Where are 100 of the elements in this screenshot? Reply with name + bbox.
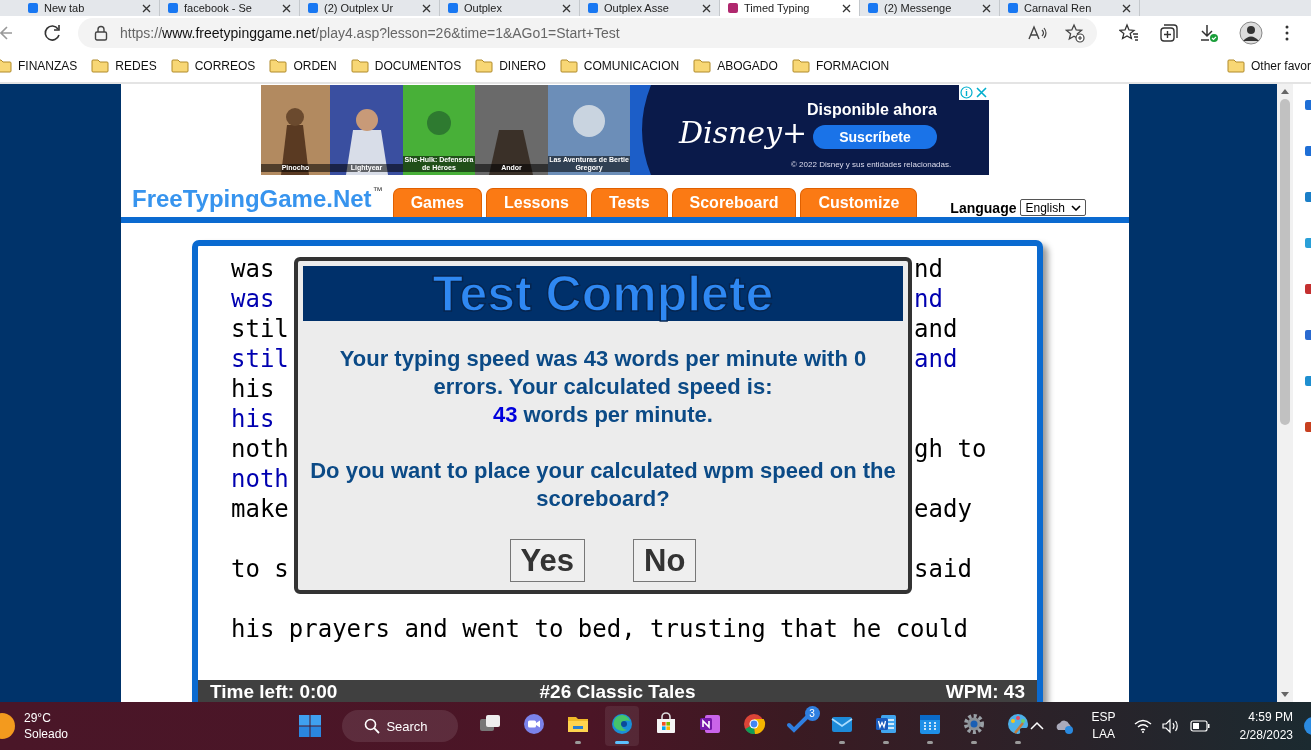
lesson-text: stil bbox=[231, 315, 289, 343]
browser-tab[interactable]: Timed Typing bbox=[720, 0, 860, 16]
bookmark-folder[interactable]: ABOGADO bbox=[693, 58, 778, 74]
close-icon[interactable] bbox=[282, 3, 291, 13]
input-language[interactable]: ESP bbox=[1091, 709, 1116, 726]
scrollbar[interactable] bbox=[1277, 84, 1293, 702]
notification-badge: 3 bbox=[804, 706, 820, 721]
close-icon[interactable] bbox=[842, 3, 851, 13]
speed-value: 43 bbox=[493, 401, 518, 429]
folder-icon bbox=[1226, 58, 1245, 74]
refresh-icon[interactable] bbox=[42, 23, 62, 43]
lesson-text: make bbox=[231, 495, 289, 523]
page-icon bbox=[448, 3, 458, 13]
close-icon[interactable] bbox=[422, 3, 431, 13]
page-icon bbox=[308, 3, 318, 13]
battery-icon[interactable] bbox=[1189, 720, 1210, 732]
notification-icon[interactable] bbox=[1303, 716, 1311, 736]
page-icon bbox=[28, 3, 38, 13]
download-icon[interactable] bbox=[1199, 23, 1219, 43]
sidebar-icon[interactable] bbox=[1305, 100, 1311, 110]
close-icon[interactable] bbox=[562, 3, 571, 13]
folder-icon bbox=[269, 58, 288, 74]
folder-icon bbox=[559, 58, 578, 74]
add-favorite-icon[interactable] bbox=[1065, 23, 1085, 43]
profile-avatar-icon[interactable] bbox=[1239, 21, 1263, 45]
collections-icon[interactable] bbox=[1159, 23, 1179, 43]
chrome-icon bbox=[741, 712, 766, 736]
more-icon[interactable] bbox=[1285, 25, 1289, 41]
volume-icon[interactable] bbox=[1161, 718, 1180, 734]
clock-date[interactable]: 2/28/2023 bbox=[1239, 726, 1293, 744]
page-icon bbox=[728, 3, 738, 13]
lesson-text: was bbox=[231, 255, 275, 283]
ad-headline: Disponible ahora bbox=[807, 101, 937, 119]
keyboard-layout[interactable]: LAA bbox=[1092, 726, 1115, 743]
lesson-text: gh to bbox=[914, 434, 987, 464]
folder-icon bbox=[350, 58, 369, 74]
search-box[interactable]: Search bbox=[342, 710, 458, 742]
sidebar-icon[interactable] bbox=[1305, 284, 1311, 294]
lesson-text: nd bbox=[914, 254, 943, 284]
sidebar-icon[interactable] bbox=[1305, 422, 1311, 432]
lesson-text: his bbox=[231, 375, 275, 403]
read-aloud-icon[interactable] bbox=[1027, 24, 1049, 42]
gear-icon bbox=[961, 712, 986, 736]
close-icon[interactable] bbox=[1122, 3, 1131, 13]
lesson-title: #26 Classic Tales bbox=[539, 681, 696, 702]
close-icon[interactable] bbox=[702, 3, 711, 13]
palette-icon bbox=[1005, 712, 1030, 736]
bookmark-folder[interactable]: FORMACION bbox=[791, 58, 890, 74]
page-icon bbox=[588, 3, 598, 13]
bookmark-folder[interactable]: DINERO bbox=[475, 58, 546, 74]
lesson-text: his prayers and went to bed, trusting that he could bbox=[231, 615, 968, 643]
document-icon bbox=[873, 712, 898, 736]
bookmark-folder[interactable]: COMUNICACION bbox=[559, 58, 680, 74]
dialog-button[interactable]: Yes bbox=[509, 539, 586, 582]
taskbar-app[interactable] bbox=[604, 706, 639, 746]
close-icon[interactable] bbox=[142, 3, 151, 13]
close-icon[interactable] bbox=[982, 3, 991, 13]
bookmark-folder[interactable]: CORREOS bbox=[170, 58, 256, 74]
bookmark-folder[interactable]: FINANZAS bbox=[0, 58, 78, 74]
typed-text: nd bbox=[914, 284, 943, 314]
wifi-icon[interactable] bbox=[1133, 719, 1152, 733]
page-icon bbox=[168, 3, 178, 13]
bookmark-folder[interactable]: ORDEN bbox=[269, 58, 337, 74]
wpm-readout: WPM: 43 bbox=[944, 681, 1025, 702]
address-bar[interactable]: https://www.freetypinggame.net/play4.asp?lesson=26&time=1&AGo1=Start+Test bbox=[78, 18, 1097, 48]
language-select[interactable]: English bbox=[1020, 199, 1086, 216]
typed-text: his bbox=[231, 405, 275, 433]
page-icon bbox=[1008, 3, 1018, 13]
ad-info-icon[interactable] bbox=[959, 85, 989, 100]
language-label: Language bbox=[950, 199, 1017, 216]
time-left: Time left: 0:00 bbox=[210, 681, 339, 702]
chevron-up-icon[interactable] bbox=[1029, 721, 1044, 731]
sidebar-icon[interactable] bbox=[1305, 330, 1311, 340]
start-icon[interactable] bbox=[298, 714, 323, 738]
lesson-text: noth bbox=[231, 435, 289, 463]
bookmark-folder[interactable]: DOCUMENTOS bbox=[350, 58, 462, 74]
other-favorites[interactable]: Other favor bbox=[1226, 58, 1311, 74]
chat-icon bbox=[521, 712, 546, 736]
folder-icon bbox=[693, 58, 712, 74]
result-message: Your typing speed was 43 words per minute with 0 errors. Your calculated speed is: bbox=[338, 345, 868, 401]
favorites-icon[interactable] bbox=[1119, 23, 1139, 43]
trademark-sign: ™ bbox=[372, 185, 383, 196]
temperature: 29°C bbox=[24, 710, 52, 726]
subscribe-button[interactable]: Suscríbete bbox=[813, 125, 937, 149]
weather-condition: Soleado bbox=[24, 726, 69, 742]
lesson-text: to s bbox=[231, 555, 289, 583]
bookmark-folder[interactable]: REDES bbox=[91, 58, 157, 74]
clock-time[interactable]: 4:59 PM bbox=[1248, 708, 1293, 726]
typed-text: stil bbox=[231, 345, 289, 373]
speed-unit: words per minute. bbox=[523, 401, 713, 429]
folder-icon bbox=[791, 58, 810, 74]
ad-legal-text: © 2022 Disney y sus entidades relacionadas. bbox=[791, 160, 952, 169]
edge-icon bbox=[609, 712, 634, 736]
dialog-button[interactable]: No bbox=[633, 539, 697, 582]
lock-icon bbox=[94, 25, 108, 41]
scrollbar-thumb[interactable] bbox=[1280, 99, 1290, 425]
sidebar-icon[interactable] bbox=[1305, 146, 1311, 156]
dialog-title: Test Complete bbox=[432, 264, 774, 323]
typed-text: and bbox=[914, 344, 958, 374]
notebook-icon bbox=[697, 712, 722, 736]
